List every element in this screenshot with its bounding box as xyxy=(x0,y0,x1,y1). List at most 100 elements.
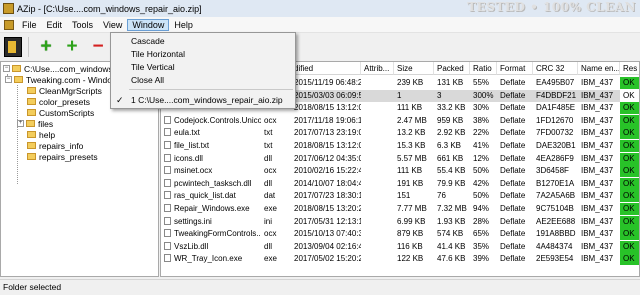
file-icon xyxy=(164,204,171,212)
menu-edit[interactable]: Edit xyxy=(42,19,68,31)
table-row[interactable]: TweakingFormControls.... ocx 2015/10/13 07… xyxy=(161,228,639,241)
column-header-size[interactable]: Size xyxy=(394,62,434,75)
cell-name-encoding-text: IBM_437 xyxy=(581,90,614,100)
cell-attributes xyxy=(361,90,394,102)
tree-item-files[interactable]: + files xyxy=(17,118,53,129)
cell-crc32-text: AE2EE688 xyxy=(536,216,576,226)
menu-item-close-all[interactable]: Close All xyxy=(111,74,295,86)
cell-result: OK xyxy=(620,114,639,127)
cell-modified: 2017/06/12 04:35:02 xyxy=(291,153,361,165)
column-header-crc32[interactable]: CRC 32 xyxy=(533,62,578,75)
tree-item-repairs-info[interactable]: repairs_info xyxy=(27,140,83,151)
column-header-packed[interactable]: Packed xyxy=(434,62,470,75)
cell-modified-text: 2015/10/13 07:40:32 xyxy=(294,229,361,239)
menu-window[interactable]: Window xyxy=(127,18,170,31)
cell-result-text: OK xyxy=(623,241,635,251)
document-window-icon[interactable] xyxy=(4,19,14,30)
column-header-modified[interactable]: dified xyxy=(291,62,361,75)
cell-attributes xyxy=(361,190,394,202)
cell-packed-text: 33.2 KB xyxy=(437,103,466,113)
cell-modified: 2015/11/19 06:48:22 xyxy=(291,77,361,89)
table-row[interactable]: Codejock.Controls.Unico... ocx 2017/11/18 … xyxy=(161,114,639,127)
cell-name-encoding-text: IBM_437 xyxy=(581,204,614,213)
cell-format-text: Deflate xyxy=(500,178,526,188)
tree-item-color-presets[interactable]: color_presets xyxy=(27,96,90,107)
table-row[interactable]: WR_Tray_Icon.exe exe 2017/05/02 15:20:28 12… xyxy=(161,253,639,266)
tree-item-repairs-presets[interactable]: repairs_presets xyxy=(27,151,98,162)
cell-type-text: dat xyxy=(264,191,276,201)
tree-root[interactable]: − C:\Use....com_windows_re xyxy=(3,63,125,74)
file-icon xyxy=(164,229,171,238)
cell-result: OK xyxy=(620,140,639,152)
file-icon xyxy=(164,191,171,200)
cell-modified: 2013/09/04 02:16:44 xyxy=(291,241,361,253)
tree-item-customscripts[interactable]: CustomScripts xyxy=(27,107,94,118)
cell-name: Codejock.Controls.Unico... xyxy=(161,115,261,127)
column-header-attributes[interactable]: Attrib... xyxy=(361,62,394,75)
cell-ratio-text: 50% xyxy=(473,191,490,201)
status-bar: Folder selected xyxy=(0,279,640,295)
cell-name-encoding: IBM_437 xyxy=(578,253,620,265)
menu-item-tile-horizontal[interactable]: Tile Horizontal xyxy=(111,48,295,60)
cell-crc32-text: 4A484374 xyxy=(536,241,573,251)
tree-item-cleanmgrscripts[interactable]: CleanMgrScripts xyxy=(27,85,102,96)
tree-item-label: files xyxy=(38,118,54,129)
cell-format: Deflate xyxy=(497,102,533,114)
expand-icon[interactable]: + xyxy=(17,120,24,127)
table-row[interactable]: eula.txt txt 2017/07/13 23:19:06 13.2 KB 2.9… xyxy=(161,127,639,140)
cell-packed: 55.4 KB xyxy=(434,165,470,177)
cell-attributes xyxy=(361,140,394,152)
cell-packed: 41.4 KB xyxy=(434,241,470,253)
tree-item-tweaking[interactable]: − Tweaking.com - Window xyxy=(5,74,118,85)
cell-size-text: 239 KB xyxy=(397,78,424,87)
menu-file[interactable]: File xyxy=(17,19,42,31)
table-row[interactable]: msinet.ocx ocx 2010/02/16 15:22:44 111 KB 55… xyxy=(161,165,639,178)
table-row[interactable]: icons.dll dll 2017/06/12 04:35:02 5.57 MB 66… xyxy=(161,152,639,165)
menu-help[interactable]: Help xyxy=(169,19,198,31)
cell-crc32: EA495B07 xyxy=(533,77,578,89)
cell-ratio-text: 30% xyxy=(473,103,490,113)
column-header-name-encoding[interactable]: Name en... xyxy=(578,62,620,75)
cell-result: OK xyxy=(620,228,639,241)
add-files-encrypted-icon[interactable]: + xyxy=(61,36,83,58)
column-header-format[interactable]: Format xyxy=(497,62,533,75)
cell-packed: 661 KB xyxy=(434,153,470,165)
collapse-icon[interactable]: − xyxy=(5,76,12,83)
table-row[interactable]: Repair_Windows.exe exe 2018/08/15 13:20:20… xyxy=(161,203,639,215)
open-archive-icon[interactable] xyxy=(4,36,22,57)
menu-item-cascade[interactable]: Cascade xyxy=(111,35,295,47)
cell-modified-text: 2015/11/19 06:48:22 xyxy=(294,78,361,87)
delete-icon[interactable]: − xyxy=(87,36,109,58)
cell-crc32: AE2EE688 xyxy=(533,216,578,228)
menu-item-open-document[interactable]: ✓ 1 C:\Use....com_windows_repair_aio.zip xyxy=(111,94,295,106)
table-row[interactable]: pcwintech_tasksch.dll dll 2014/10/07 18:04… xyxy=(161,177,639,190)
add-files-icon[interactable]: + xyxy=(35,36,57,58)
cell-ratio: 55% xyxy=(470,77,497,89)
column-header-ratio[interactable]: Ratio xyxy=(470,62,497,75)
menu-view[interactable]: View xyxy=(98,19,127,31)
cell-result-text: OK xyxy=(623,128,635,138)
cell-name-encoding-text: IBM_437 xyxy=(581,254,614,264)
file-icon xyxy=(164,153,171,162)
cell-size-text: 15.3 KB xyxy=(397,141,426,150)
menu-item-tile-vertical[interactable]: Tile Vertical xyxy=(111,61,295,73)
column-header-result[interactable]: Res xyxy=(620,62,639,75)
table-row[interactable]: settings.ini ini 2017/05/31 12:13:18 6.99 K… xyxy=(161,215,639,228)
cell-crc32-text: 7FD00732 xyxy=(536,128,574,138)
cell-modified-text: 2017/07/23 18:30:14 xyxy=(294,191,361,201)
cell-crc32-text: 1FD12670 xyxy=(536,115,574,125)
table-row[interactable]: VszLib.dll dll 2013/09/04 02:16:44 116 KB 41… xyxy=(161,240,639,253)
table-row[interactable]: ras_quick_list.dat dat 2017/07/23 18:30:14… xyxy=(161,190,639,203)
cell-name-encoding-text: IBM_437 xyxy=(581,115,614,125)
file-icon xyxy=(164,178,171,187)
cell-type: dat xyxy=(261,190,291,202)
file-icon xyxy=(164,128,171,137)
cell-ratio-text: 35% xyxy=(473,241,490,251)
tree-item-help[interactable]: help xyxy=(27,129,55,140)
collapse-icon[interactable]: − xyxy=(3,65,10,72)
cell-type: dll xyxy=(261,178,291,190)
menu-tools[interactable]: Tools xyxy=(67,19,98,31)
table-row[interactable]: file_list.txt txt 2018/08/15 13:12:06 15.3 … xyxy=(161,140,639,152)
tree-item-label: CleanMgrScripts xyxy=(39,85,102,96)
cell-name-text: TweakingFormControls.... xyxy=(174,229,261,239)
